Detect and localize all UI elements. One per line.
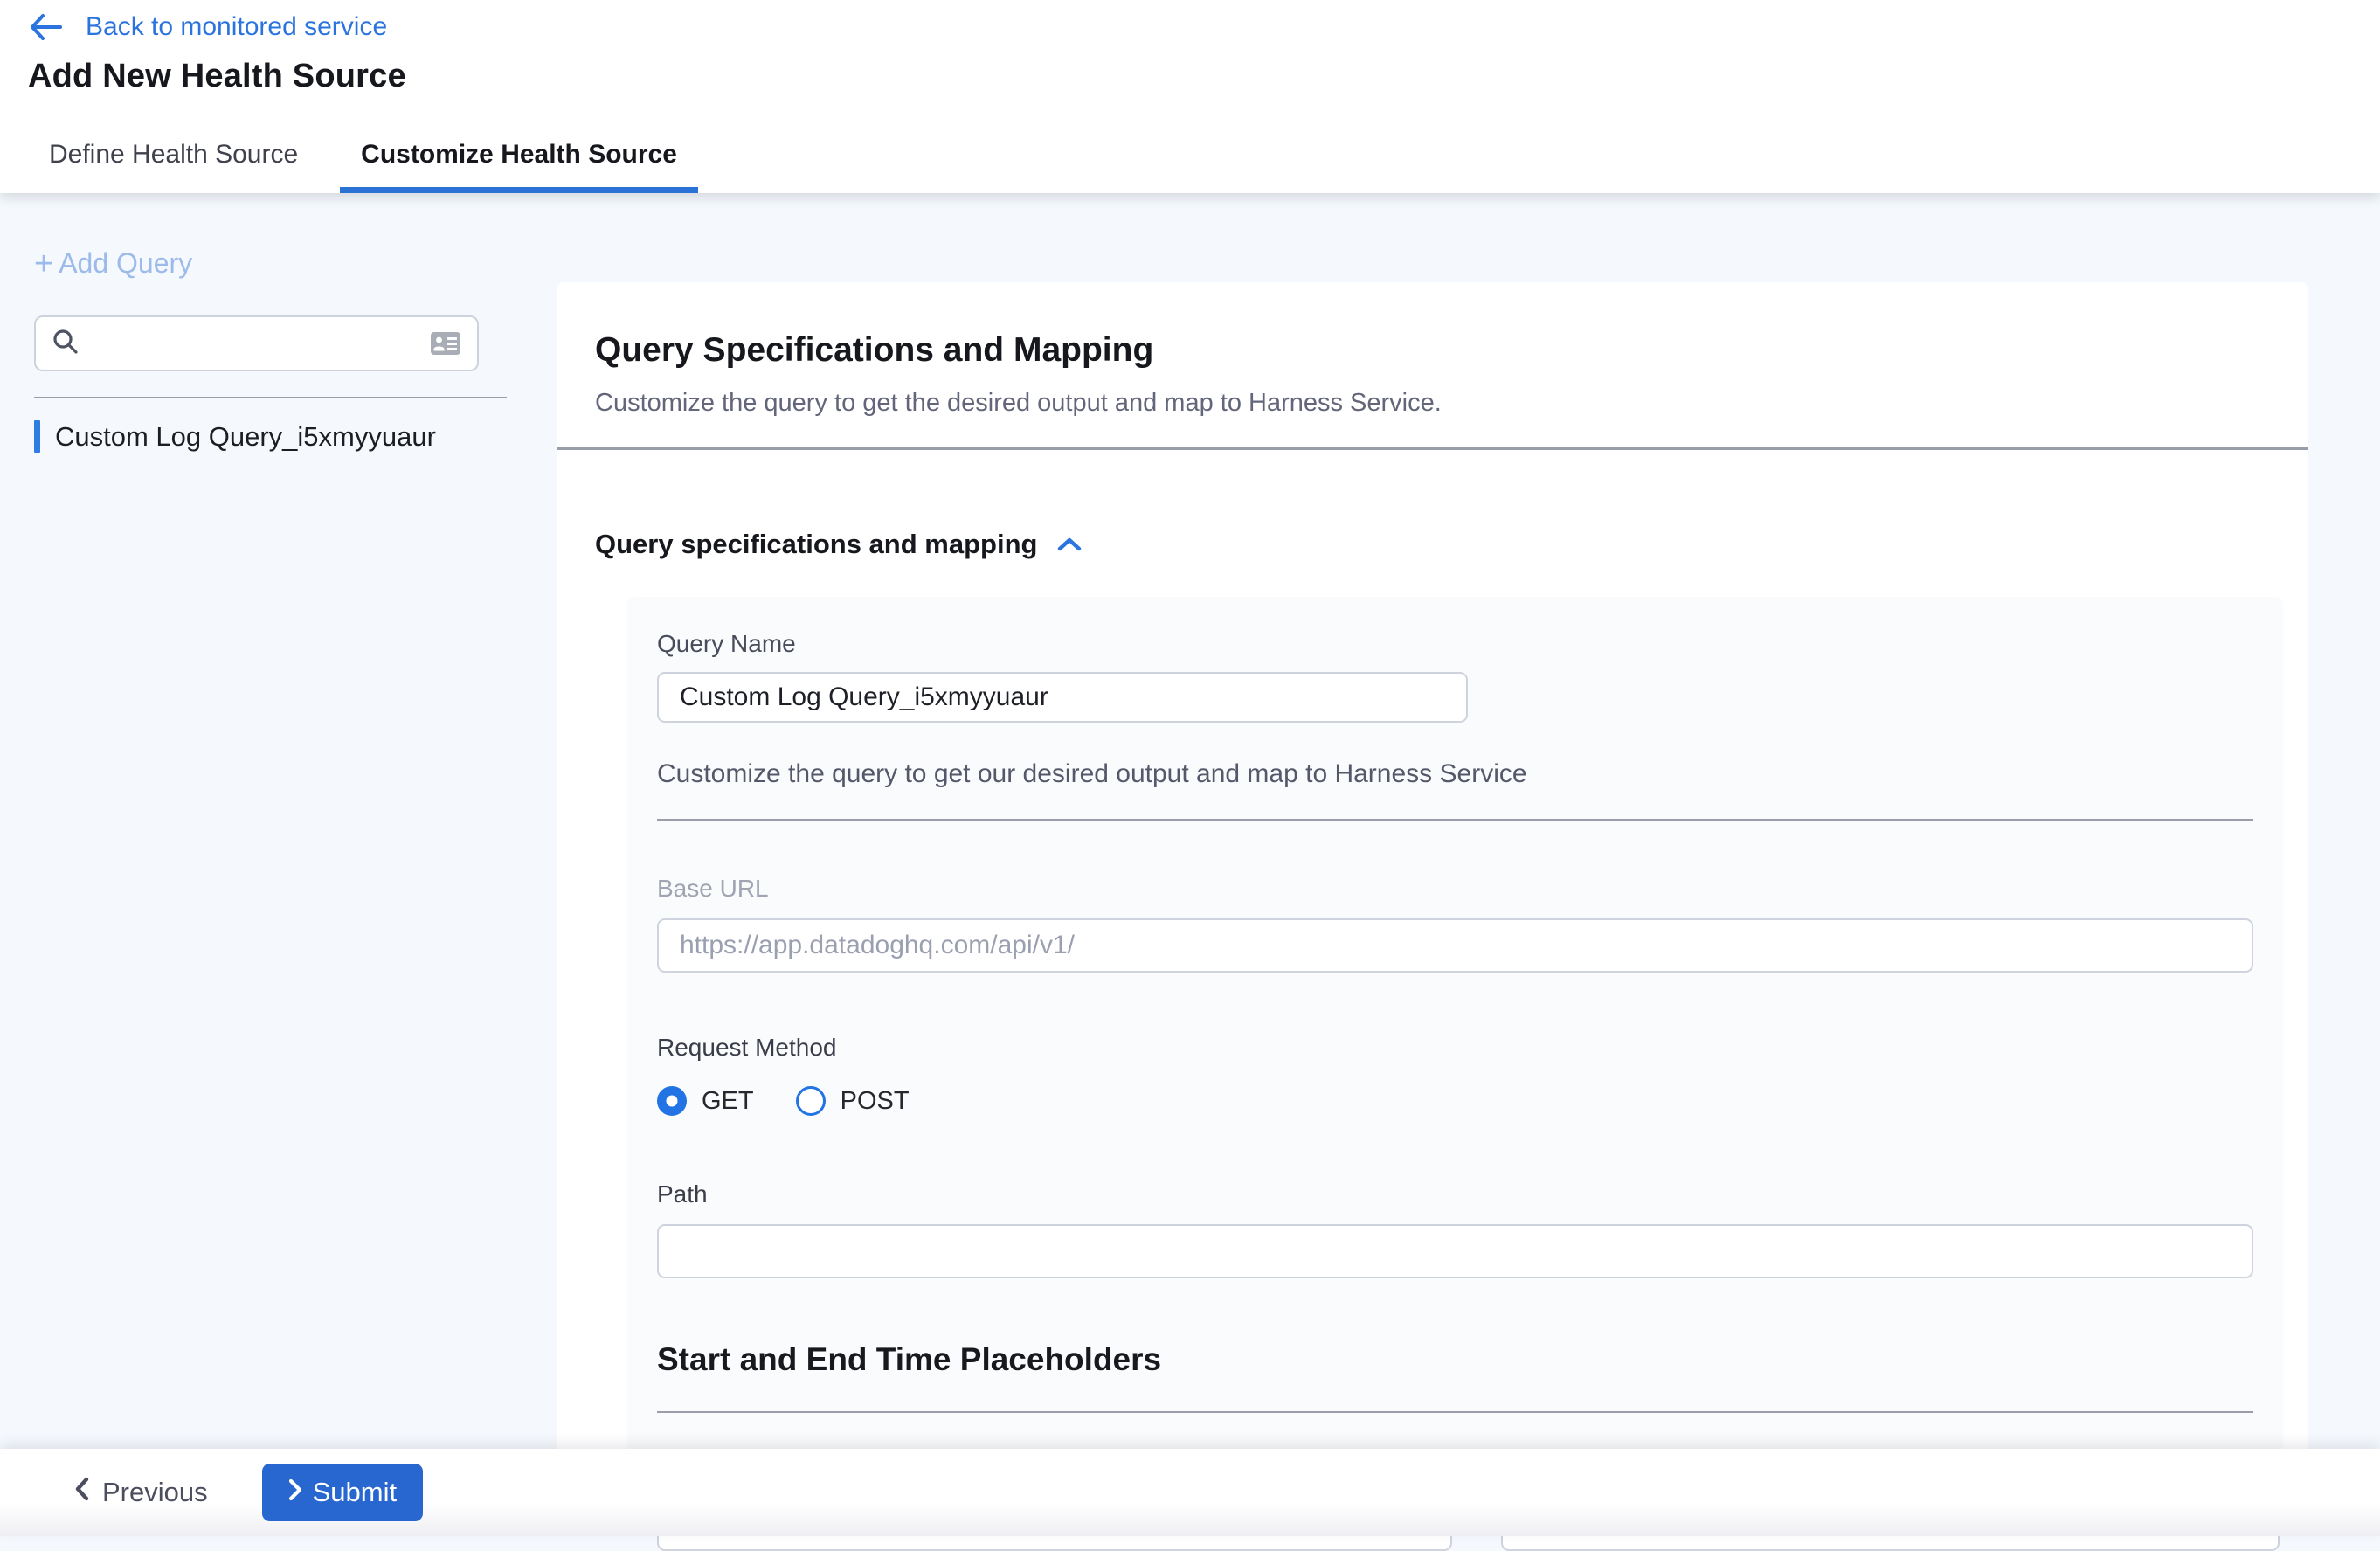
back-link[interactable]: Back to monitored service	[28, 12, 387, 42]
form-divider	[657, 819, 2253, 821]
base-url-label: Base URL	[657, 875, 2253, 903]
selected-indicator-bar	[34, 420, 40, 453]
radio-get-label: GET	[702, 1087, 754, 1116]
radio-option-post[interactable]: POST	[796, 1086, 910, 1116]
previous-button[interactable]: Previous	[74, 1477, 208, 1508]
arrow-left-icon	[28, 13, 63, 41]
chevron-left-icon	[74, 1477, 90, 1508]
section-header-row: Query specifications and mapping	[595, 529, 1083, 560]
query-form-panel: Query Name Customize the query to get ou…	[627, 597, 2283, 1449]
add-query-label: Add Query	[59, 247, 192, 280]
radio-unselected-icon	[796, 1086, 826, 1116]
card-title: Query Specifications and Mapping	[595, 331, 2270, 370]
plus-icon: +	[34, 251, 53, 277]
query-search-input[interactable]	[93, 329, 430, 357]
add-query-button[interactable]: + Add Query	[34, 247, 192, 280]
submit-button[interactable]: Submit	[262, 1464, 423, 1521]
card-divider	[557, 447, 2308, 450]
sidebar-divider	[34, 397, 507, 398]
query-name-label: Query Name	[657, 630, 2253, 658]
tab-bar: Define Health Source Customize Health So…	[28, 124, 698, 193]
base-url-input[interactable]	[657, 918, 2253, 973]
query-name-helper: Customize the query to get our desired o…	[657, 759, 2253, 789]
search-icon	[52, 328, 80, 360]
tab-customize-health-source[interactable]: Customize Health Source	[340, 124, 698, 193]
query-list-item[interactable]: Custom Log Query_i5xmyyuaur	[34, 412, 507, 461]
content-area: + Add Query	[0, 193, 2380, 1449]
placeholders-heading: Start and End Time Placeholders	[657, 1341, 2253, 1378]
query-mapping-card: Query Specifications and Mapping Customi…	[557, 282, 2308, 1449]
card-view-icon[interactable]	[430, 330, 461, 357]
section-heading: Query specifications and mapping	[595, 529, 1037, 560]
request-method-radio-group: GET POST	[657, 1086, 2253, 1116]
footer-bar: Previous Submit	[0, 1449, 2380, 1536]
page-title: Add New Health Source	[28, 58, 406, 95]
tab-define-health-source[interactable]: Define Health Source	[28, 124, 319, 193]
chevron-right-icon	[288, 1477, 302, 1508]
radio-option-get[interactable]: GET	[657, 1086, 754, 1116]
query-sidebar: + Add Query	[0, 193, 524, 1449]
card-subtitle: Customize the query to get the desired o…	[595, 389, 2270, 418]
chevron-up-icon[interactable]	[1056, 536, 1083, 553]
request-method-label: Request Method	[657, 1034, 2253, 1062]
path-label: Path	[657, 1181, 2253, 1208]
previous-button-label: Previous	[102, 1477, 208, 1508]
back-link-label: Back to monitored service	[86, 12, 387, 42]
query-search-box	[34, 315, 479, 371]
query-name-input[interactable]	[657, 672, 1468, 723]
radio-selected-icon	[657, 1086, 687, 1116]
placeholders-divider	[657, 1411, 2253, 1413]
submit-button-label: Submit	[313, 1477, 397, 1508]
page-header: Back to monitored service Add New Health…	[0, 0, 2380, 193]
query-item-label: Custom Log Query_i5xmyyuaur	[55, 421, 436, 453]
radio-post-label: POST	[841, 1087, 910, 1116]
card-header: Query Specifications and Mapping Customi…	[557, 282, 2308, 418]
path-input[interactable]	[657, 1224, 2253, 1278]
